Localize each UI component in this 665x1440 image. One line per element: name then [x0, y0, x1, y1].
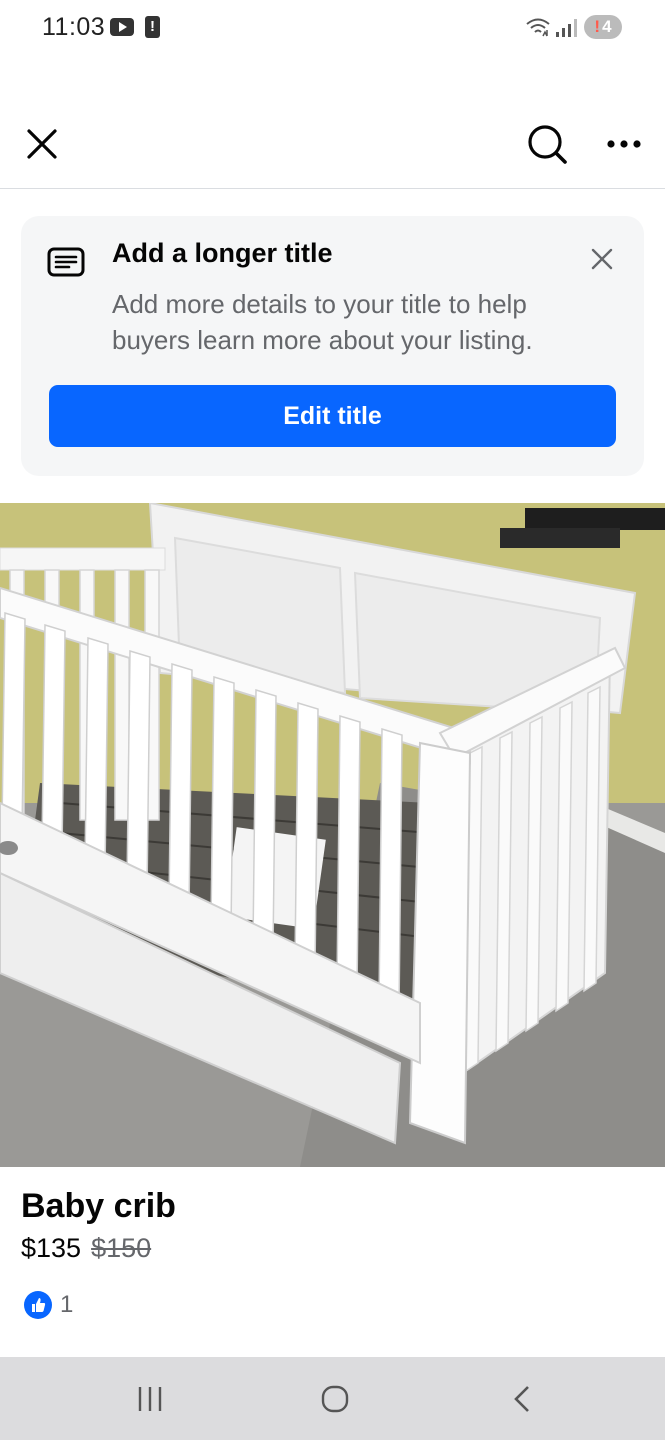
more-options-button[interactable]: [600, 120, 648, 168]
notification-badge: ! 4: [584, 15, 622, 39]
back-icon: [514, 1386, 529, 1412]
listing-photo[interactable]: [0, 503, 665, 1167]
banner-title: Add a longer title: [112, 238, 333, 268]
recent-apps-button[interactable]: [120, 1377, 180, 1421]
close-icon: [591, 248, 613, 270]
price-row: $135 $150: [21, 1233, 151, 1264]
more-icon: [607, 140, 641, 148]
search-button[interactable]: [523, 120, 571, 168]
reactions[interactable]: 1: [24, 1291, 73, 1319]
signal-icon: [556, 19, 577, 37]
dismiss-banner-button[interactable]: [583, 240, 621, 278]
wifi-icon: [526, 18, 550, 37]
longer-title-banner: Add a longer title Add more details to y…: [21, 216, 644, 476]
recent-apps-icon: [138, 1387, 162, 1411]
android-nav-bar: [0, 1357, 665, 1440]
top-nav: [0, 108, 665, 189]
like-icon: [24, 1291, 52, 1319]
listing-title: Baby crib: [21, 1187, 176, 1225]
banner-description: Add more details to your title to help b…: [112, 289, 533, 355]
close-button[interactable]: [18, 120, 66, 168]
youtube-icon: [110, 18, 134, 36]
current-price: $135: [21, 1233, 82, 1263]
search-icon: [528, 125, 567, 164]
home-button[interactable]: [305, 1377, 365, 1421]
status-time: 11:03: [42, 13, 106, 41]
back-button[interactable]: [492, 1377, 552, 1421]
title-document-icon: [47, 247, 85, 277]
home-icon: [321, 1385, 349, 1413]
original-price: $150: [91, 1233, 152, 1263]
close-icon: [27, 129, 57, 159]
reaction-count: 1: [60, 1291, 74, 1318]
edit-title-button[interactable]: Edit title: [49, 385, 616, 447]
alert-icon: !: [145, 16, 160, 38]
crib-image: [0, 503, 665, 1167]
status-bar: 11:03 ! ! 4: [0, 0, 665, 56]
